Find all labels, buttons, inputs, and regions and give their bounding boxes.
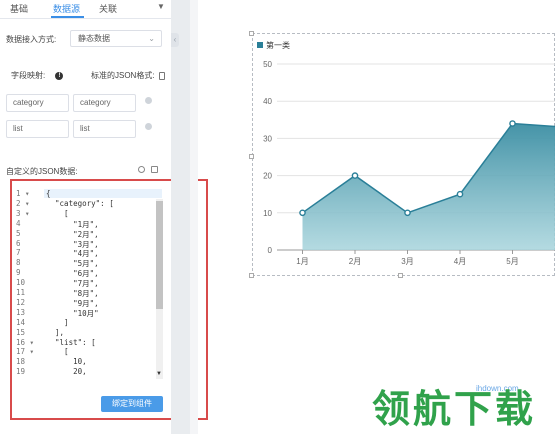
field-mapped-input-2[interactable]: list	[73, 120, 136, 138]
watermark-logo-text: 领航下载	[372, 389, 537, 431]
y-tick-label: 0	[268, 246, 273, 255]
field-mapped-input-1[interactable]: category	[73, 94, 136, 112]
data-point[interactable]	[299, 209, 306, 217]
y-tick-label: 40	[263, 97, 272, 106]
line-number-gutter: 1 ▾ 2 ▾ 3 ▾ 4 5 6 7 8 9 10 11 12 13 14 15 16 ▾ 17 ▾ 18 19	[12, 181, 42, 379]
line-number: 12	[16, 297, 26, 307]
canvas-gutter	[190, 0, 198, 434]
format-icon[interactable]	[138, 166, 145, 173]
code-line: ]	[46, 317, 69, 327]
fullscreen-icon[interactable]	[151, 166, 158, 173]
field-name-input-1[interactable]: category	[6, 94, 69, 112]
tab-bar: 基础 数据源 关联 ▼	[0, 0, 171, 19]
line-number: 7	[16, 248, 21, 258]
info-icon[interactable]: !	[55, 71, 64, 80]
tab-basic[interactable]: 基础	[10, 2, 28, 15]
area-chart: 0 10 20 30 40 50 1月 2月 3月 4月 5月	[263, 60, 555, 266]
data-point[interactable]	[456, 190, 464, 198]
standard-json-format-label: 标准的JSON格式:	[91, 70, 165, 81]
data-access-select[interactable]: 静态数据 ⌄	[70, 30, 162, 47]
code-line: {	[46, 189, 51, 198]
caret-down-icon[interactable]: ▼	[157, 2, 165, 11]
status-dot-icon	[145, 123, 152, 130]
code-line: 20,	[46, 367, 87, 377]
config-panel: 基础 数据源 关联 ▼ 数据接入方式: 静态数据 ⌄ 字段映射: ! 标准的JS…	[0, 0, 208, 434]
y-tick-label: 50	[263, 60, 272, 69]
field-mapping-label: 字段映射: !	[11, 70, 64, 81]
x-tick-label: 5月	[506, 257, 518, 266]
line-number: 19	[16, 367, 26, 377]
line-number: 2 ▾	[16, 198, 30, 208]
active-line-highlight	[44, 189, 162, 198]
code-line: [	[46, 208, 69, 218]
document-icon[interactable]	[158, 71, 165, 80]
data-access-value: 静态数据	[78, 34, 110, 43]
line-number: 13	[16, 307, 26, 317]
scrollbar-thumb[interactable]	[156, 201, 163, 309]
editor-scrollbar[interactable]	[156, 199, 163, 379]
code-line: 10,	[46, 357, 87, 367]
data-point[interactable]	[351, 172, 359, 179]
line-number: 6	[16, 238, 21, 248]
line-number: 3 ▾	[16, 208, 30, 218]
line-number: 9	[16, 268, 21, 278]
line-number: 14	[16, 317, 26, 327]
x-tick-label: 3月	[401, 257, 413, 266]
line-number: 17 ▾	[16, 347, 35, 357]
line-number: 1 ▾	[16, 189, 30, 198]
field-name-input-2[interactable]: list	[6, 120, 69, 138]
code-line: [	[46, 347, 69, 357]
custom-json-label: 自定义的JSON数据:	[6, 167, 78, 176]
tab-data-source[interactable]: 数据源	[53, 2, 80, 15]
panel-divider	[171, 0, 190, 434]
line-number: 11	[16, 288, 26, 297]
line-number: 4	[16, 218, 21, 228]
line-number: 10	[16, 278, 26, 288]
scroll-down-arrow-icon[interactable]: ▼	[156, 371, 162, 377]
line-number: 15	[16, 327, 26, 337]
code-line: "list": [	[46, 337, 96, 347]
tab-association[interactable]: 关联	[99, 2, 117, 15]
bind-to-component-button[interactable]: 绑定到组件	[101, 396, 163, 412]
line-number: 18	[16, 357, 26, 367]
line-number: 8	[16, 258, 21, 268]
data-point[interactable]	[404, 209, 411, 217]
y-tick-label: 30	[263, 134, 272, 143]
y-tick-label: 20	[263, 172, 272, 181]
y-tick-label: 10	[263, 209, 272, 218]
data-point[interactable]	[509, 120, 516, 127]
collapse-panel-icon[interactable]: ‹	[171, 33, 179, 47]
line-number: 16 ▾	[16, 337, 35, 347]
data-access-label: 数据接入方式:	[6, 35, 57, 44]
standard-json-format-text: 标准的JSON格式:	[91, 71, 155, 80]
code-line: "category": [	[46, 198, 114, 208]
x-tick-label: 1月	[296, 257, 308, 266]
x-tick-label: 2月	[349, 257, 361, 266]
code-line: ],	[46, 327, 65, 337]
status-dot-icon	[145, 97, 152, 104]
field-mapping-text: 字段映射:	[11, 71, 46, 80]
x-tick-label: 4月	[454, 257, 466, 266]
line-number: 5	[16, 228, 21, 238]
chevron-down-icon: ⌄	[148, 34, 155, 43]
active-tab-indicator	[51, 16, 84, 18]
